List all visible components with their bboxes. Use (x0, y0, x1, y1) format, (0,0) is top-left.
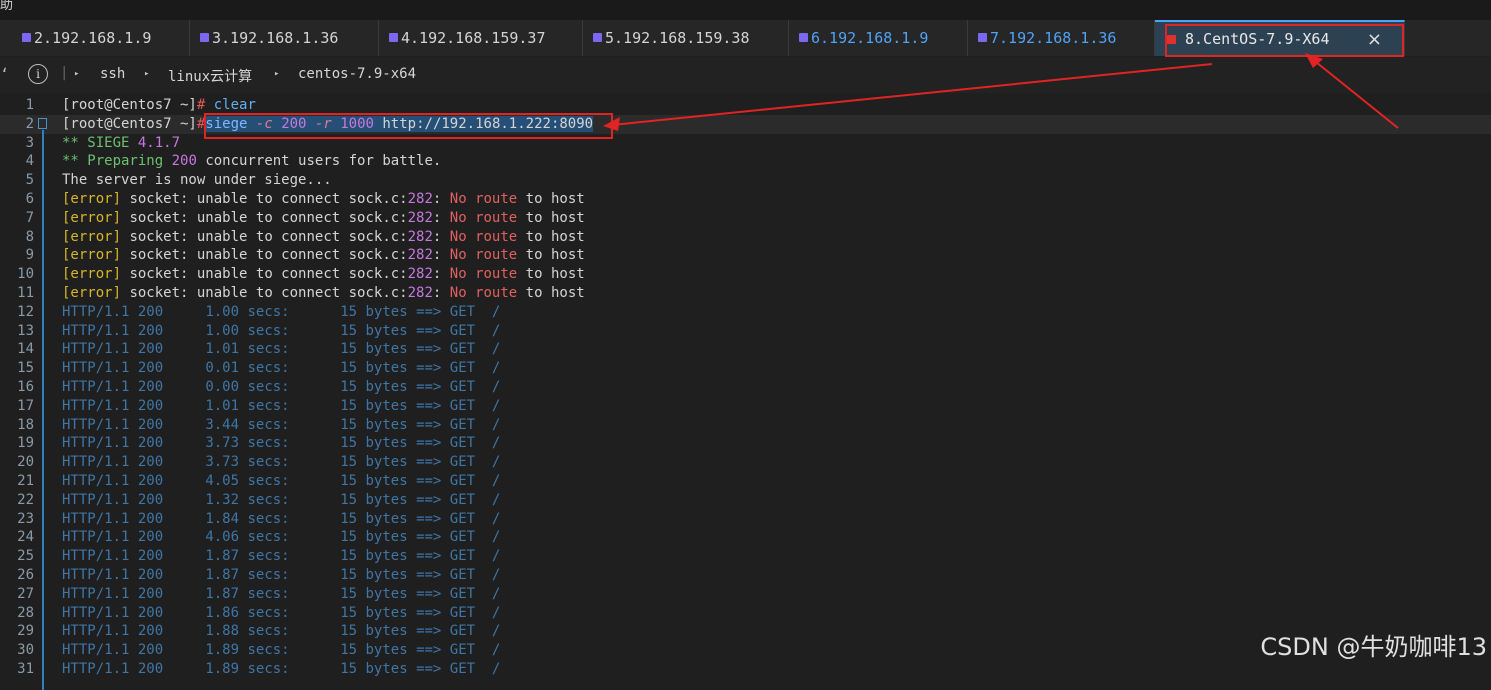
annotation-arrows (603, 53, 1399, 131)
arrow-line-to-tab (1310, 57, 1399, 129)
arrow-head-command (603, 117, 620, 131)
arrow-line-to-command (611, 63, 1213, 126)
watermark: CSDN @牛奶咖啡13 (1260, 633, 1487, 661)
